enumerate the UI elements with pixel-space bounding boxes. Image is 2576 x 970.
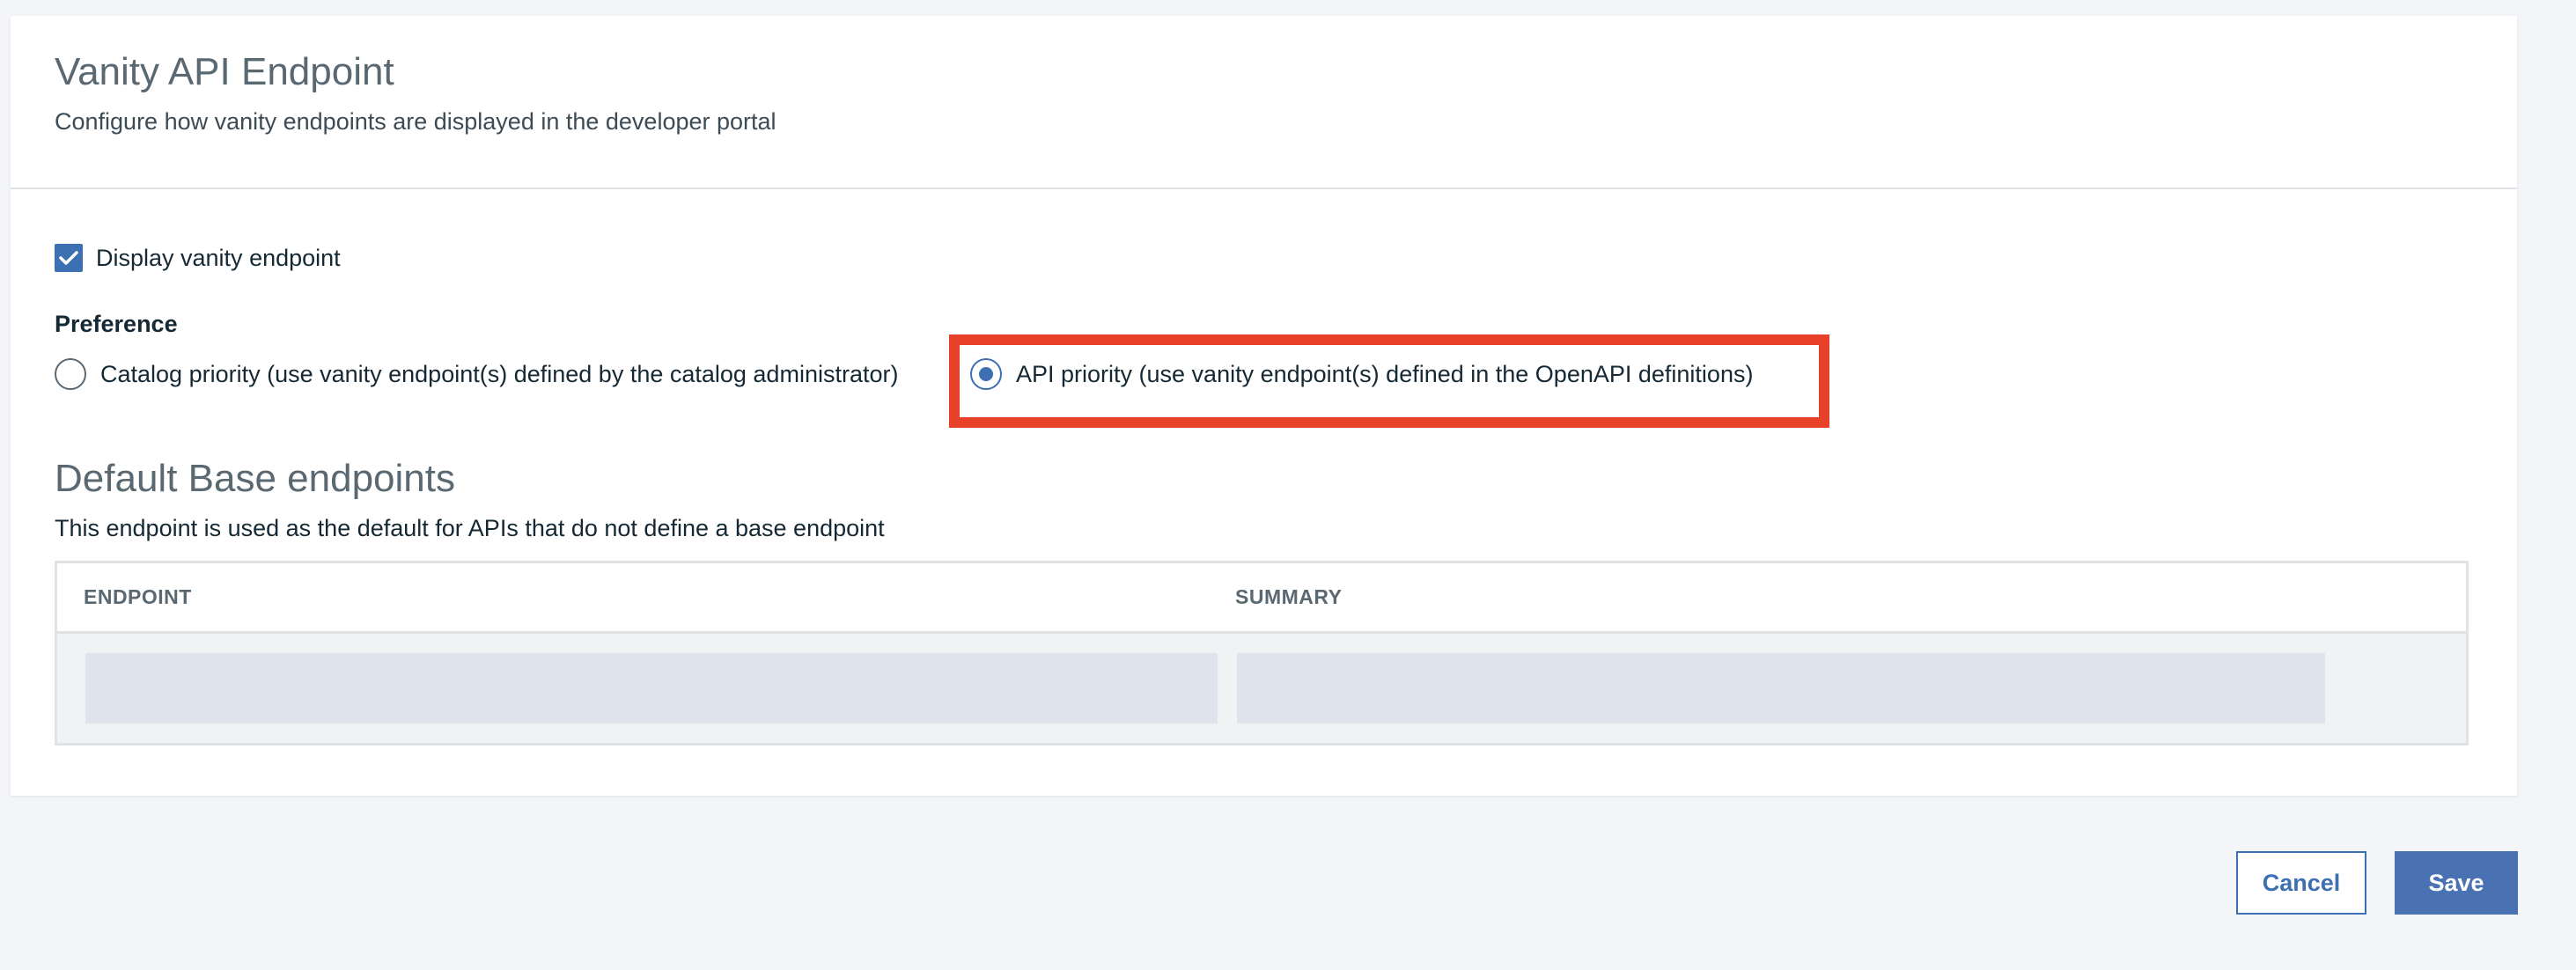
- base-endpoints-description: This endpoint is used as the default for…: [55, 515, 885, 541]
- base-endpoints-table: ENDPOINT SUMMARY: [55, 561, 2469, 746]
- display-vanity-checkbox[interactable]: [55, 244, 83, 272]
- skeleton-summary-cell: [1237, 653, 2325, 724]
- page-description: Configure how vanity endpoints are displ…: [55, 107, 776, 135]
- radio-api-priority[interactable]: API priority (use vanity endpoint(s) def…: [970, 358, 1753, 390]
- display-vanity-label: Display vanity endpoint: [96, 244, 341, 271]
- cancel-button[interactable]: Cancel: [2236, 851, 2366, 915]
- vanity-endpoint-card: Vanity API Endpoint Configure how vanity…: [11, 16, 2517, 796]
- skeleton-endpoint-cell: [85, 653, 1218, 724]
- column-header-endpoint: ENDPOINT: [84, 585, 192, 608]
- base-endpoints-title: Default Base endpoints: [55, 457, 455, 500]
- radio-api-priority-label: API priority (use vanity endpoint(s) def…: [1016, 360, 1754, 387]
- radio-api-priority-button[interactable]: [970, 358, 1002, 390]
- checkmark-icon: [59, 251, 78, 265]
- table-header: ENDPOINT SUMMARY: [57, 563, 2466, 634]
- table-row-loading: [57, 634, 2466, 743]
- radio-catalog-priority-button[interactable]: [55, 358, 86, 390]
- radio-selected-dot: [979, 367, 993, 381]
- radio-catalog-priority-label: Catalog priority (use vanity endpoint(s)…: [100, 360, 899, 387]
- preference-label: Preference: [55, 311, 178, 337]
- page-title: Vanity API Endpoint: [55, 50, 394, 93]
- display-vanity-checkbox-row[interactable]: Display vanity endpoint: [55, 244, 341, 272]
- save-button[interactable]: Save: [2395, 851, 2518, 915]
- card-header: Vanity API Endpoint Configure how vanity…: [11, 16, 2517, 189]
- radio-catalog-priority[interactable]: Catalog priority (use vanity endpoint(s)…: [55, 358, 898, 390]
- column-header-summary: SUMMARY: [1235, 585, 1343, 608]
